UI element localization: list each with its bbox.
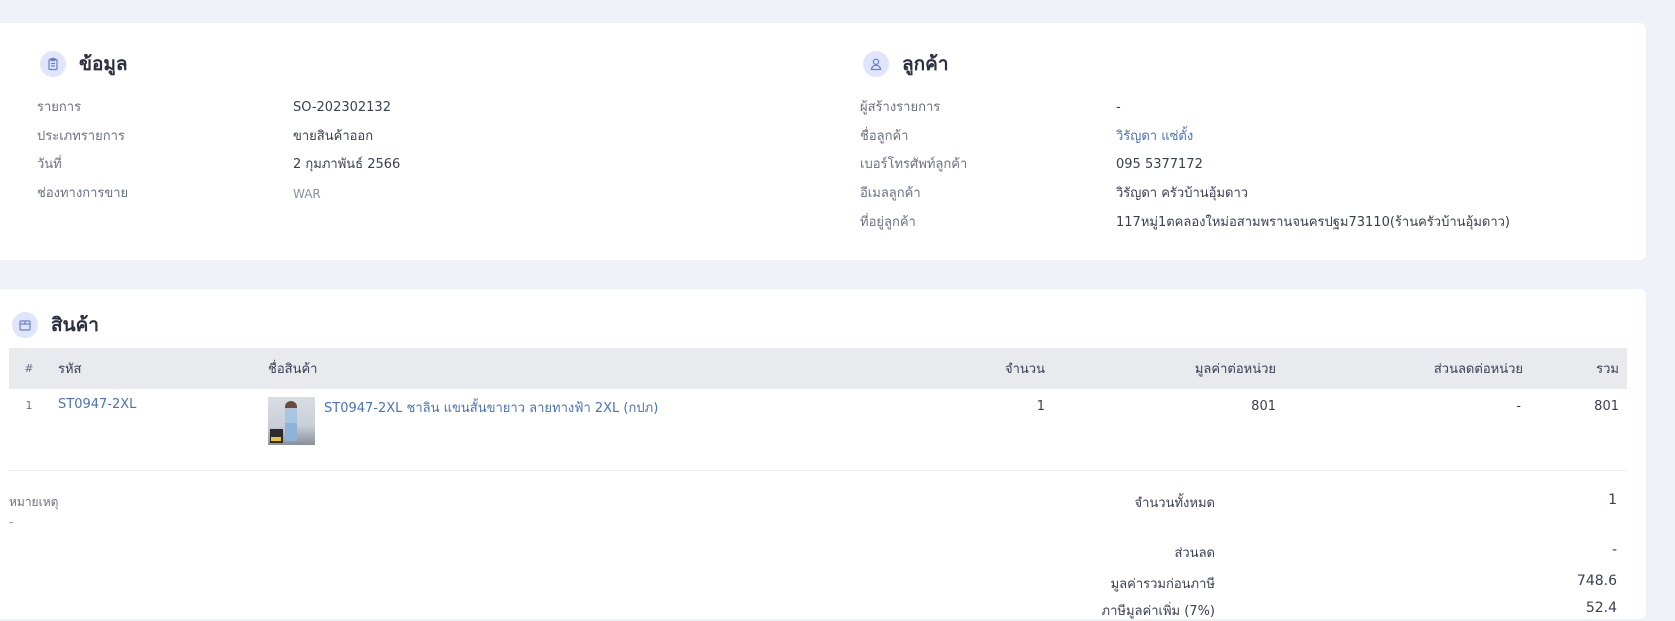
customer-label: อีเมลลูกค้า — [860, 186, 921, 202]
customer-email: วิรัญดา ครัวบ้านอุ้มดาว — [1116, 186, 1249, 202]
table-header-row: # รหัส ชื่อสินค้า จำนวน มูลค่าต่อหน่วย ส… — [9, 348, 1627, 389]
vat-label: ภาษีมูลค่าเพิ่ม (7%) — [1101, 604, 1215, 619]
creator-name: - — [1116, 100, 1121, 115]
customer-label: ชื่อลูกค้า — [860, 128, 909, 144]
customer-label: ผู้สร้างรายการ — [860, 100, 941, 115]
pre-tax-value: 748.6 — [1576, 573, 1617, 589]
note-label: หมายเหตุ — [9, 495, 59, 509]
row-unit-price: 801 — [1251, 399, 1276, 414]
col-total[interactable]: รวม — [1530, 348, 1627, 389]
box-icon — [12, 312, 38, 338]
order-type: ขายสินค้าออก — [293, 128, 374, 144]
customer-phone: 095 5377172 — [1116, 157, 1203, 173]
col-unit-discount[interactable]: ส่วนลดต่อหน่วย — [1276, 348, 1530, 389]
info-label: ช่องทางการขาย — [37, 186, 129, 202]
products-table: # รหัส ชื่อสินค้า จำนวน มูลค่าต่อหน่วย ส… — [9, 348, 1627, 470]
product-code-link[interactable]: ST0947-2XL — [58, 397, 136, 412]
customer-values: - วิรัญดา แซ่ตั้ง 095 5377172 วิรัญดา คร… — [1116, 94, 1510, 238]
product-thumbnail[interactable] — [268, 397, 315, 445]
info-label: วันที่ — [37, 157, 62, 173]
col-code[interactable]: รหัส — [49, 348, 268, 389]
col-unit-price[interactable]: มูลค่าต่อหน่วย — [1045, 348, 1276, 389]
products-title: สินค้า — [51, 314, 99, 336]
info-section-header: ข้อมูล — [40, 49, 128, 79]
note-value: - — [9, 515, 14, 529]
row-qty: 1 — [1036, 399, 1045, 414]
row-unit-discount: - — [1516, 399, 1521, 414]
sales-channel: WAR — [293, 187, 321, 202]
customer-name-link[interactable]: วิรัญดา แซ่ตั้ง — [1116, 123, 1510, 152]
total-qty-label: จำนวนทั้งหมด — [1134, 496, 1216, 511]
user-icon — [863, 51, 889, 77]
col-index: # — [24, 362, 34, 375]
order-number: SO-202302132 — [293, 100, 391, 115]
customer-section-header: ลูกค้า — [863, 49, 949, 79]
table-divider — [9, 470, 1626, 471]
col-name[interactable]: ชื่อสินค้า — [268, 348, 843, 389]
product-name-link[interactable]: ST0947-2XL ชาลิน แขนสั้นขายาว ลายทางฟ้า … — [324, 397, 658, 418]
customer-labels: ผู้สร้างรายการ ชื่อลูกค้า เบอร์โทรศัพท์ล… — [860, 94, 967, 238]
info-values: SO-202302132 ขายสินค้าออก 2 กุมภาพันธ์ 2… — [293, 94, 400, 209]
info-label: รายการ — [37, 100, 82, 115]
customer-label: ที่อยู่ลูกค้า — [860, 214, 916, 230]
info-label: ประเภทรายการ — [37, 128, 125, 144]
products-section-header: สินค้า — [12, 310, 99, 340]
customer-title: ลูกค้า — [902, 53, 949, 75]
info-labels: รายการ ประเภทรายการ วันที่ ช่องทางการขาย — [37, 94, 128, 209]
order-date: 2 กุมภาพันธ์ 2566 — [293, 157, 401, 173]
customer-label: เบอร์โทรศัพท์ลูกค้า — [860, 157, 968, 173]
total-qty-value: 1 — [1608, 492, 1617, 508]
vat-value: 52.4 — [1585, 600, 1617, 616]
order-info-card: ข้อมูล รายการ ประเภทรายการ วันที่ ช่องทา… — [0, 23, 1646, 260]
customer-address: 117หมู่1ตคลองใหม่อสามพรานจนครปฐม73110(ร้… — [1116, 214, 1510, 230]
row-total: 801 — [1594, 399, 1619, 414]
table-row: 1 ST0947-2XL ST0947-2XL ชาลิน แขนสั้นขาย… — [9, 389, 1627, 470]
discount-label: ส่วนลด — [1174, 546, 1215, 561]
col-qty[interactable]: จำนวน — [843, 348, 1045, 389]
discount-value: - — [1611, 542, 1617, 558]
clipboard-icon — [40, 51, 66, 77]
info-title: ข้อมูล — [79, 53, 128, 75]
row-index: 1 — [25, 399, 33, 412]
pre-tax-label: มูลค่ารวมก่อนภาษี — [1110, 577, 1215, 592]
